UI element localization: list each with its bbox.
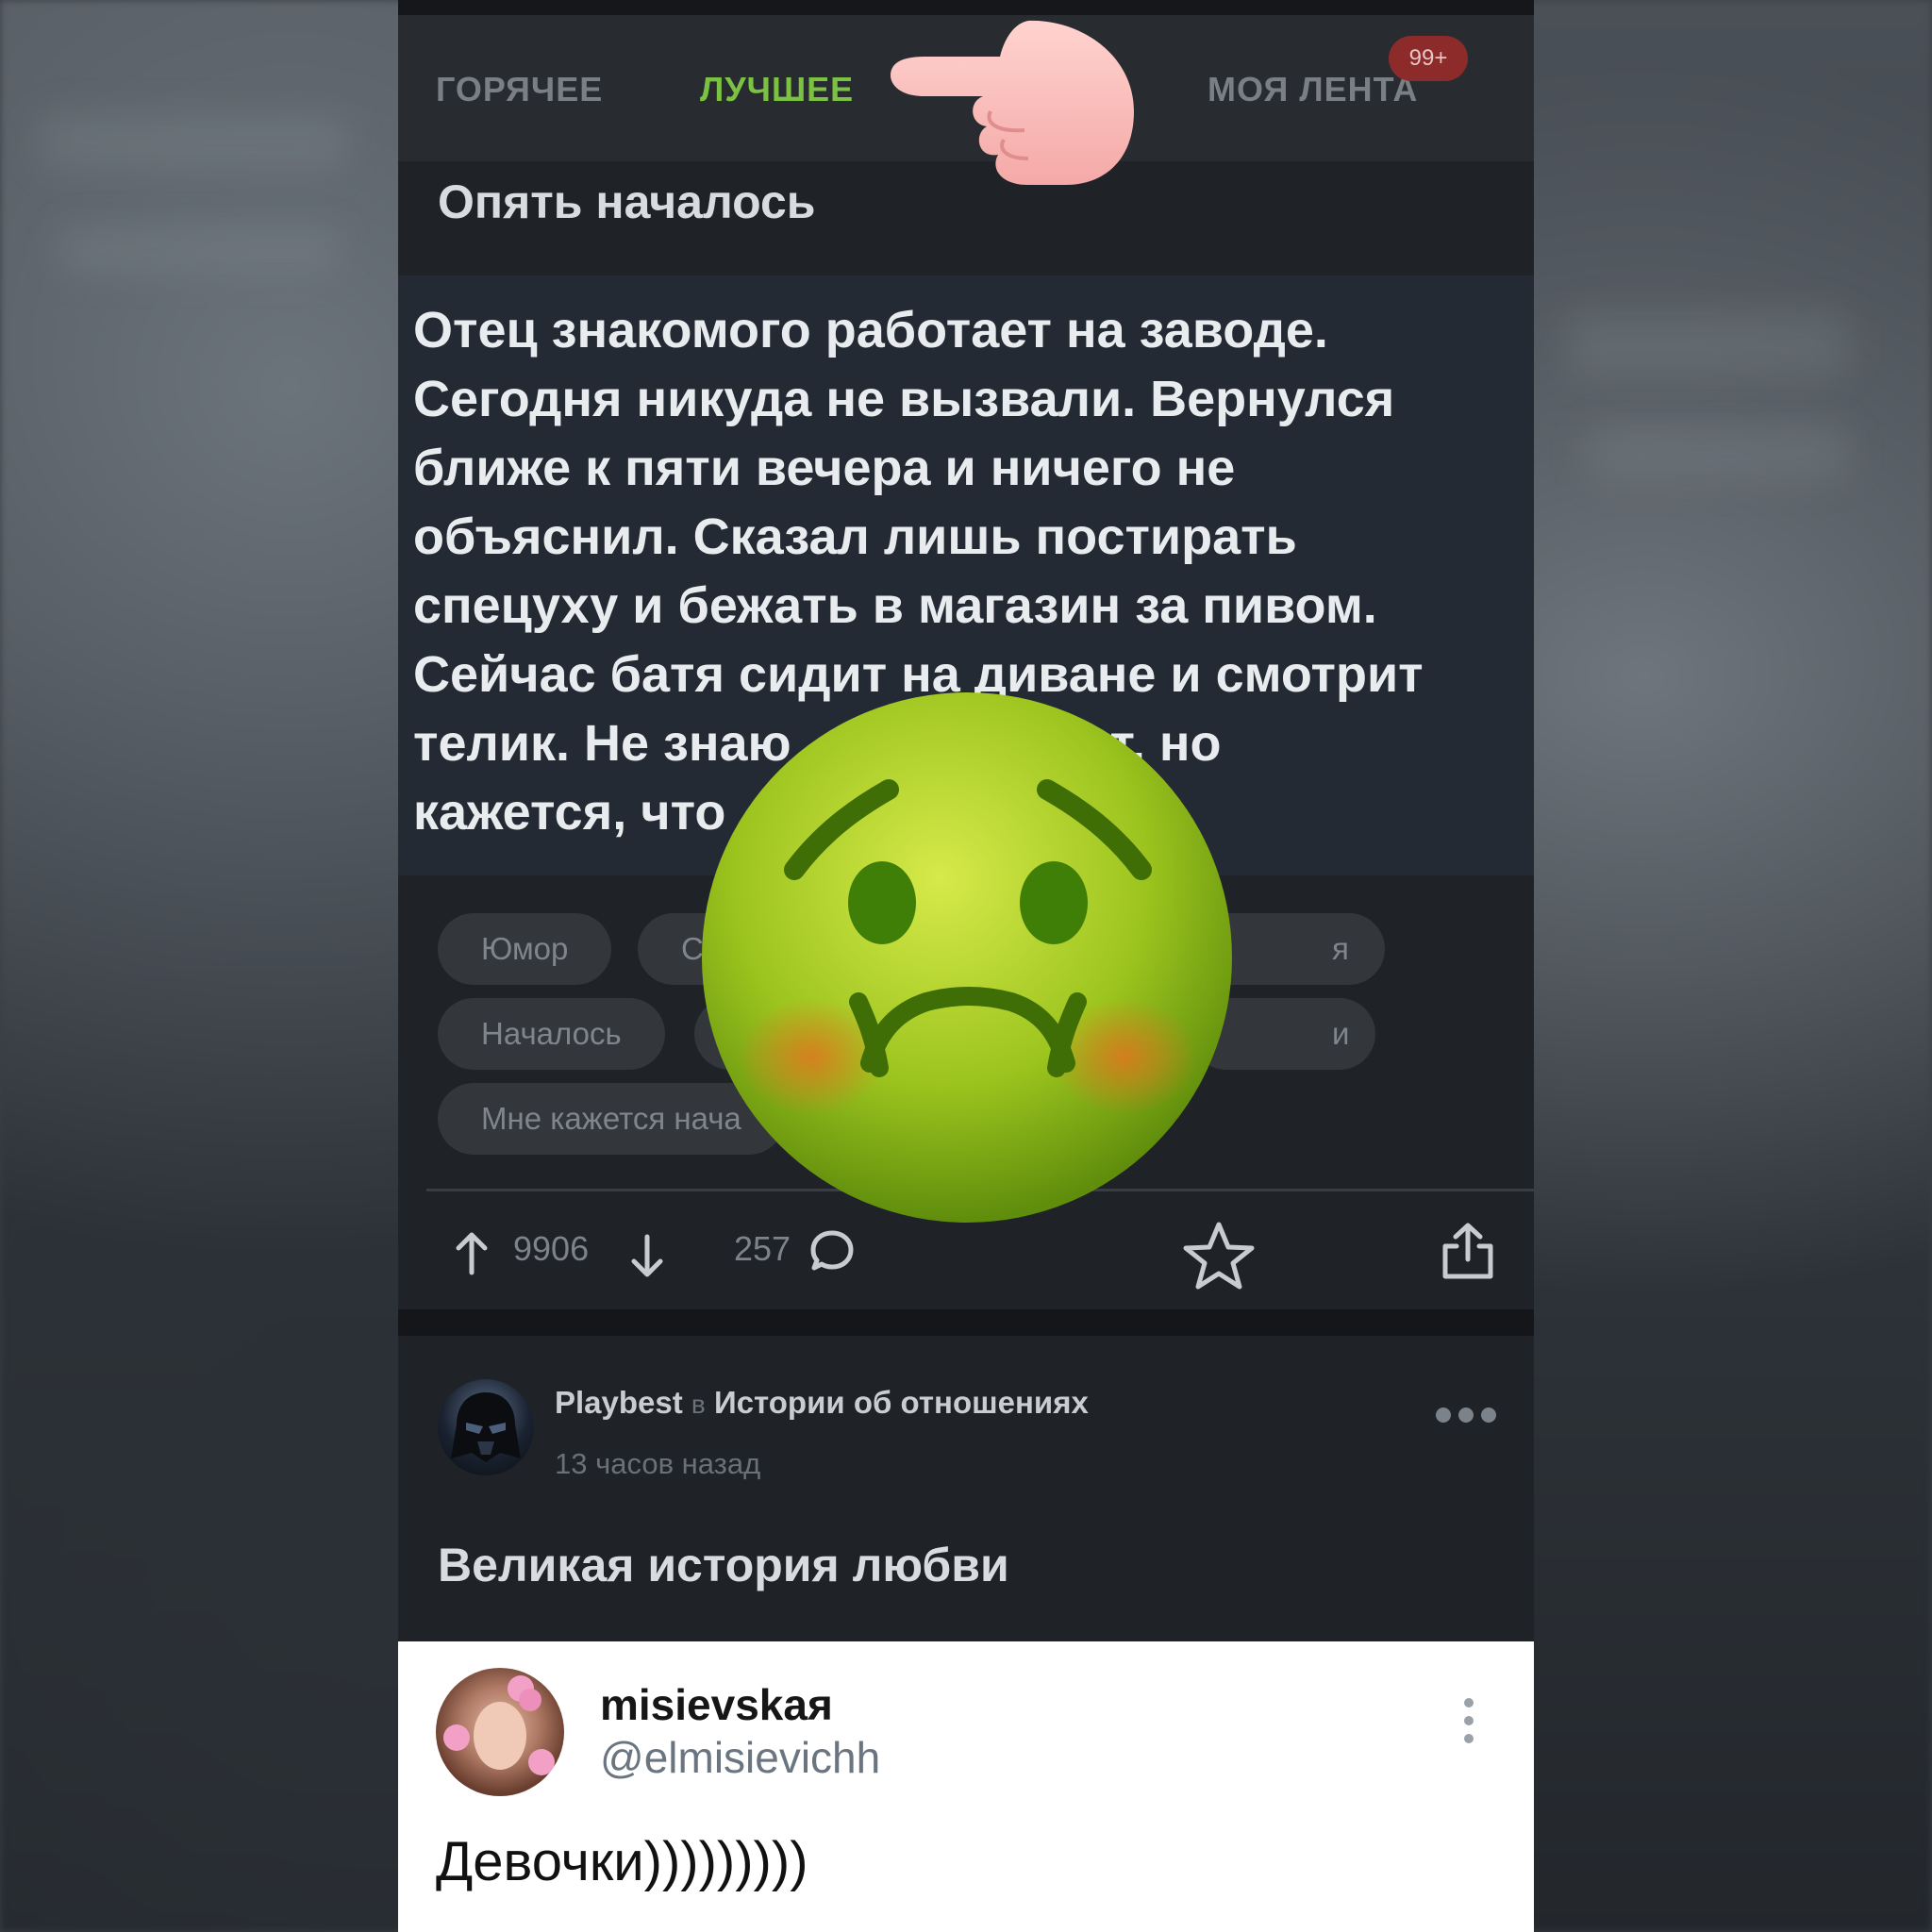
flower-decoration-icon — [443, 1675, 555, 1775]
quote-line: ближе к пяти вечера и ничего не — [413, 440, 1236, 496]
blur-shape — [57, 226, 340, 274]
post-title-2[interactable]: Великая история любви — [438, 1538, 1009, 1592]
tweet-kebab-icon — [1464, 1698, 1475, 1745]
comment-icon[interactable] — [809, 1229, 855, 1273]
tweet-avatar — [436, 1668, 564, 1796]
tab-hot[interactable]: ГОРЯЧЕЕ — [436, 70, 603, 109]
pointing-hand-icon — [891, 20, 1134, 186]
tweet-handle: @elmisievichh — [600, 1733, 881, 1782]
tweet-display-name: misievskaя — [600, 1680, 833, 1729]
nauseated-face-icon — [702, 692, 1232, 1223]
blur-shape — [1585, 425, 1849, 481]
quote-line: Сегодня никуда не вызвали. Вернулся — [413, 371, 1395, 427]
notification-badge: 99+ — [1389, 36, 1468, 81]
blur-shape — [38, 113, 349, 170]
post-time: 13 часов назад — [555, 1447, 761, 1480]
in-word: в — [691, 1390, 706, 1419]
star-icon[interactable] — [1181, 1220, 1257, 1291]
quote-line: спецуху и бежать в магазин за пивом. — [413, 577, 1377, 634]
share-icon[interactable] — [1440, 1222, 1496, 1280]
more-icon[interactable] — [1434, 1404, 1498, 1426]
quote-line: объяснил. Сказал лишь постирать — [413, 508, 1297, 565]
tag-chip[interactable]: Началось — [438, 998, 665, 1070]
author-name[interactable]: Playbest — [555, 1385, 683, 1420]
blur-shape — [1566, 311, 1849, 377]
arrow-up-icon[interactable] — [453, 1229, 491, 1276]
tab-best[interactable]: ЛУЧШЕЕ — [700, 70, 854, 109]
community-name[interactable]: Истории об отношениях — [714, 1385, 1089, 1420]
tag-chip[interactable]: Юмор — [438, 913, 612, 985]
status-strip — [398, 0, 1534, 15]
vote-count: 9906 — [513, 1229, 590, 1268]
quote-line: Отец знакомого работает на заводе. — [413, 302, 1328, 358]
post-separator — [398, 1309, 1534, 1336]
comment-count[interactable]: 257 — [734, 1229, 791, 1269]
helmet-avatar-icon — [451, 1392, 521, 1462]
post-title[interactable]: Опять началось — [438, 175, 816, 229]
arrow-down-icon[interactable] — [628, 1233, 666, 1280]
embedded-tweet: misievskaя @elmisievichh Девочки))))))))… — [398, 1641, 1534, 1932]
author-avatar[interactable] — [438, 1379, 534, 1475]
tab-my-feed[interactable]: МОЯ ЛЕНТА — [1208, 70, 1418, 109]
post-author-line: Playbest в Истории об отношениях — [555, 1385, 1089, 1421]
tweet-text: Девочки))))))))) — [436, 1831, 808, 1892]
